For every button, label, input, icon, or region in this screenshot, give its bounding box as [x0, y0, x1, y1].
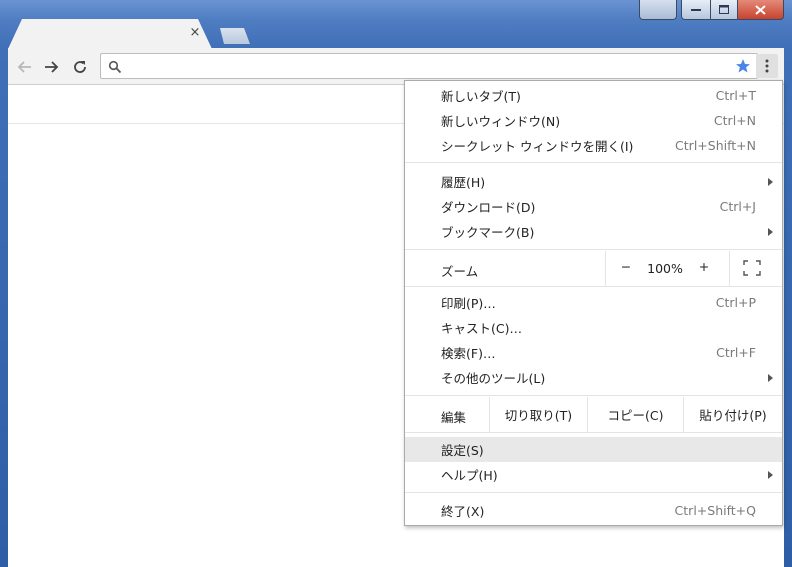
- menu-item-more-tools[interactable]: その他のツール(L): [405, 365, 782, 390]
- menu-item-exit[interactable]: 終了(X) Ctrl+Shift+Q: [405, 498, 782, 523]
- menu-item-label: キャスト(C)…: [441, 321, 522, 336]
- menu-item-new-tab[interactable]: 新しいタブ(T) Ctrl+T: [405, 83, 782, 108]
- zoom-out-button[interactable]: −: [617, 259, 635, 274]
- submenu-arrow-icon: [768, 373, 773, 382]
- forward-button[interactable]: [39, 55, 63, 79]
- menu-item-bookmarks[interactable]: ブックマーク(B): [405, 219, 782, 244]
- submenu-arrow-icon: [768, 470, 773, 479]
- maximize-button[interactable]: [711, 0, 738, 20]
- menu-item-history[interactable]: 履歴(H): [405, 169, 782, 194]
- menu-item-shortcut: Ctrl+N: [713, 113, 756, 128]
- address-input[interactable]: [127, 57, 727, 75]
- submenu-arrow-icon: [768, 177, 773, 186]
- tab-active[interactable]: [8, 19, 212, 49]
- menu-item-new-window[interactable]: 新しいウィンドウ(N) Ctrl+N: [405, 108, 782, 133]
- zoom-divider: [729, 251, 730, 286]
- vertical-dots-icon: [765, 59, 769, 73]
- close-icon: [755, 4, 766, 15]
- menu-item-incognito-window[interactable]: シークレット ウィンドウを開く(I) Ctrl+Shift+N: [405, 133, 782, 158]
- menu-item-label: シークレット ウィンドウを開く(I): [441, 139, 634, 154]
- fullscreen-icon[interactable]: [743, 260, 761, 276]
- back-button[interactable]: [13, 55, 37, 79]
- menu-item-cast[interactable]: キャスト(C)…: [405, 315, 782, 340]
- menu-item-label: 検索(F)…: [441, 346, 496, 361]
- menu-separator: [405, 286, 782, 287]
- maximize-icon: [719, 5, 729, 14]
- close-window-button[interactable]: [738, 0, 784, 20]
- zoom-level: 100%: [647, 261, 683, 276]
- menu-item-label: 終了(X): [441, 504, 485, 519]
- menu-item-shortcut: Ctrl+T: [715, 88, 756, 103]
- address-bar[interactable]: [100, 53, 758, 79]
- menu-item-downloads[interactable]: ダウンロード(D) Ctrl+J: [405, 194, 782, 219]
- menu-item-label: 設定(S): [441, 443, 484, 458]
- menu-item-shortcut: Ctrl+Shift+N: [675, 138, 756, 153]
- reload-icon: [74, 61, 86, 73]
- menu-item-shortcut: Ctrl+F: [716, 345, 756, 360]
- minimize-icon: [691, 8, 701, 11]
- reload-button[interactable]: [68, 55, 92, 79]
- paste-button[interactable]: 貼り付け(P): [683, 397, 782, 432]
- paste-label: 貼り付け(P): [699, 408, 767, 423]
- cut-button[interactable]: 切り取り(T): [489, 397, 587, 432]
- menu-separator: [405, 249, 782, 250]
- menu-item-shortcut: Ctrl+P: [715, 295, 756, 310]
- cut-label: 切り取り(T): [504, 408, 573, 423]
- zoom-divider: [605, 251, 606, 286]
- back-arrow-icon: [17, 61, 31, 73]
- copy-label: コピー(C): [607, 408, 664, 423]
- menu-item-label: 新しいタブ(T): [441, 89, 521, 104]
- browser-app-menu: 新しいタブ(T) Ctrl+T 新しいウィンドウ(N) Ctrl+N シークレッ…: [404, 80, 783, 526]
- edit-label: 編集: [441, 410, 467, 425]
- menu-item-find[interactable]: 検索(F)… Ctrl+F: [405, 340, 782, 365]
- menu-item-label: ブックマーク(B): [441, 225, 535, 240]
- search-icon: [108, 60, 122, 74]
- tab-close-button[interactable]: ×: [188, 26, 202, 40]
- forward-arrow-icon: [45, 61, 59, 73]
- menu-item-label: その他のツール(L): [441, 371, 546, 386]
- zoom-label: ズーム: [441, 264, 479, 279]
- menu-item-shortcut: Ctrl+Shift+Q: [674, 503, 756, 518]
- copy-button[interactable]: コピー(C): [587, 397, 683, 432]
- zoom-row: ズーム − 100% +: [405, 251, 782, 286]
- browser-menu-button[interactable]: [756, 54, 778, 78]
- menu-item-label: 履歴(H): [441, 175, 486, 190]
- menu-separator: [405, 432, 782, 433]
- menu-item-help[interactable]: ヘルプ(H): [405, 462, 782, 487]
- menu-item-label: ヘルプ(H): [441, 468, 498, 483]
- menu-item-label: 新しいウィンドウ(N): [441, 114, 561, 129]
- submenu-arrow-icon: [768, 227, 773, 236]
- menu-item-shortcut: Ctrl+J: [719, 199, 756, 214]
- caption-extra-button[interactable]: [639, 0, 677, 20]
- menu-item-settings[interactable]: 設定(S): [405, 437, 782, 462]
- menu-item-label: 印刷(P)…: [441, 296, 496, 311]
- menu-separator: [405, 162, 782, 163]
- zoom-in-button[interactable]: +: [695, 259, 713, 274]
- bookmark-star-icon[interactable]: [735, 58, 751, 74]
- menu-separator: [405, 492, 782, 493]
- menu-separator: [405, 395, 782, 396]
- menu-item-label: ダウンロード(D): [441, 200, 536, 215]
- minimize-button[interactable]: [681, 0, 711, 20]
- window-caption-buttons: [639, 0, 784, 20]
- edit-row: 編集 切り取り(T) コピー(C) 貼り付け(P): [405, 397, 782, 432]
- menu-item-print[interactable]: 印刷(P)… Ctrl+P: [405, 290, 782, 315]
